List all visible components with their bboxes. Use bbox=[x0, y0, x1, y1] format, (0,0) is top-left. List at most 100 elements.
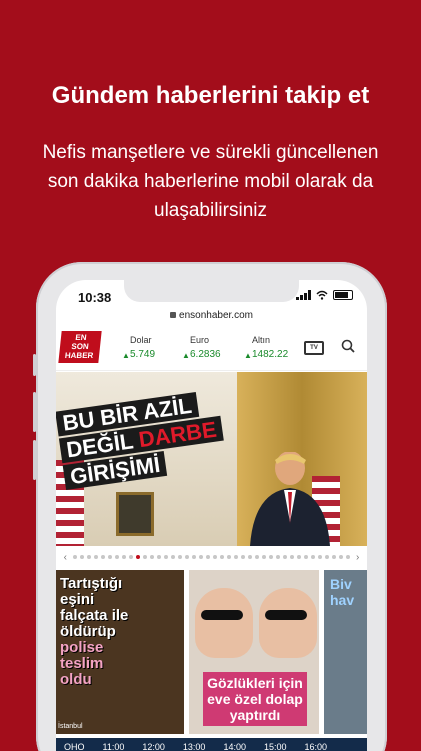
card-line: falçata ile bbox=[60, 607, 129, 624]
pagination-dot[interactable] bbox=[255, 555, 259, 559]
battery-icon bbox=[333, 290, 353, 300]
weather-bar: OHO 11:00 12:00 13:00 14:00 15:00 16:00 bbox=[56, 738, 367, 751]
card-line: hav bbox=[330, 592, 355, 608]
pagination-dot[interactable] bbox=[164, 555, 168, 559]
phone-frame: 10:38 ensonhaber.com EN SON HABER ▲ Dola… bbox=[33, 262, 387, 751]
pagination-dot[interactable] bbox=[87, 555, 91, 559]
pagination-dot[interactable] bbox=[283, 555, 287, 559]
pagination-dot[interactable] bbox=[122, 555, 126, 559]
phone-screen: 10:38 ensonhaber.com EN SON HABER ▲ Dola… bbox=[56, 280, 367, 751]
pagination-dot[interactable] bbox=[115, 555, 119, 559]
pagination-dot[interactable] bbox=[150, 555, 154, 559]
news-card[interactable]: Gözlükleri için eve özel dolap yaptırdı bbox=[189, 570, 319, 734]
sunglasses-image bbox=[265, 610, 307, 620]
portrait-image bbox=[116, 492, 154, 536]
pagination-dot[interactable] bbox=[269, 555, 273, 559]
pagination-dot[interactable] bbox=[311, 555, 315, 559]
card-line: eve özel dolap bbox=[207, 691, 303, 707]
card-line: Tartıştığı eşini bbox=[60, 575, 123, 608]
subtext: Nefis manşetlere ve sürekli güncellenen … bbox=[42, 142, 379, 221]
pagination-dot[interactable] bbox=[129, 555, 133, 559]
pagination-dot[interactable] bbox=[101, 555, 105, 559]
ticker-value: 5.749 bbox=[130, 349, 156, 360]
pagination-dot[interactable] bbox=[199, 555, 203, 559]
pagination-dot[interactable] bbox=[325, 555, 329, 559]
card-line-highlight: polise bbox=[60, 639, 104, 656]
pagination-dot[interactable] bbox=[108, 555, 112, 559]
volume-up-button bbox=[33, 392, 36, 432]
pagination-dot[interactable] bbox=[157, 555, 161, 559]
pagination-dot[interactable] bbox=[241, 555, 245, 559]
chevron-left-icon[interactable]: ‹ bbox=[64, 552, 67, 563]
pagination-dot-active[interactable] bbox=[136, 555, 140, 559]
pagination-dot[interactable] bbox=[185, 555, 189, 559]
mute-switch bbox=[33, 354, 36, 376]
status-time: 10:38 bbox=[78, 290, 112, 305]
pagination-dot[interactable] bbox=[339, 555, 343, 559]
pagination-dot[interactable] bbox=[220, 555, 224, 559]
up-arrow-icon: ▲ bbox=[122, 351, 130, 360]
card-line-highlight: oldu bbox=[60, 671, 92, 688]
card-line: Biv bbox=[330, 576, 352, 592]
ticker-dolar[interactable]: ▲ Dolar 5.749 bbox=[122, 335, 156, 360]
card-line: öldürüp bbox=[60, 623, 116, 640]
sunglasses-image bbox=[201, 610, 243, 620]
ticker-label: Euro bbox=[190, 335, 210, 345]
pagination-dot[interactable] bbox=[248, 555, 252, 559]
wifi-icon bbox=[316, 290, 328, 300]
pagination-dot[interactable] bbox=[73, 555, 77, 559]
pagination-dot[interactable] bbox=[346, 555, 350, 559]
site-header: EN SON HABER ▲ Dolar 5.749 ▲ Euro 6.2836… bbox=[56, 325, 367, 371]
card-source: İstanbul bbox=[58, 723, 83, 730]
card-line: Gözlükleri için bbox=[207, 675, 303, 691]
signal-icon bbox=[296, 290, 311, 300]
news-card[interactable]: Biv hav bbox=[324, 570, 367, 734]
hero-slide[interactable]: BU BİR AZİL DEĞİL DARBE GİRİŞİMİ bbox=[56, 372, 367, 546]
search-icon[interactable] bbox=[341, 339, 355, 353]
pagination-dot[interactable] bbox=[80, 555, 84, 559]
weather-hour: 13:00 bbox=[182, 742, 206, 751]
pagination-dot[interactable] bbox=[178, 555, 182, 559]
pagination-dot[interactable] bbox=[276, 555, 280, 559]
logo-line-3: HABER bbox=[64, 351, 94, 360]
site-logo[interactable]: EN SON HABER bbox=[58, 331, 102, 363]
card-line: yaptırdı bbox=[229, 707, 281, 723]
ticker-label: Altın bbox=[252, 335, 271, 345]
card-line-highlight: teslim bbox=[60, 655, 104, 672]
pagination-dot[interactable] bbox=[262, 555, 266, 559]
chevron-right-icon[interactable]: › bbox=[356, 552, 359, 563]
face-image bbox=[195, 588, 253, 658]
pagination-dot[interactable] bbox=[332, 555, 336, 559]
hero-caption: BU BİR AZİL DEĞİL DARBE GİRİŞİMİ bbox=[56, 389, 228, 492]
logo-line-2: SON bbox=[70, 342, 90, 351]
pagination-dot[interactable] bbox=[297, 555, 301, 559]
pagination-dot[interactable] bbox=[94, 555, 98, 559]
ticker-euro[interactable]: ▲ Euro 6.2836 bbox=[182, 335, 221, 360]
pagination-dot[interactable] bbox=[171, 555, 175, 559]
address-bar[interactable]: ensonhaber.com bbox=[56, 310, 367, 321]
ticker-altin[interactable]: ▲ Altın 1482.22 bbox=[244, 335, 289, 360]
pagination-dots bbox=[73, 555, 350, 559]
ticker-value: 1482.22 bbox=[252, 349, 289, 360]
weather-hour: 14:00 bbox=[223, 742, 246, 751]
pagination-dot[interactable] bbox=[234, 555, 238, 559]
pagination-dot[interactable] bbox=[192, 555, 196, 559]
card-title: Biv hav bbox=[330, 576, 354, 608]
notch bbox=[124, 280, 299, 302]
slider-pagination: ‹ › bbox=[56, 550, 367, 564]
person-image bbox=[250, 452, 330, 546]
pagination-dot[interactable] bbox=[304, 555, 308, 559]
ticker-value: 6.2836 bbox=[190, 349, 221, 360]
url-text: ensonhaber.com bbox=[179, 310, 253, 321]
pagination-dot[interactable] bbox=[206, 555, 210, 559]
pagination-dot[interactable] bbox=[290, 555, 294, 559]
tv-icon[interactable]: TV bbox=[304, 341, 324, 355]
pagination-dot[interactable] bbox=[213, 555, 217, 559]
weather-label: OHO bbox=[64, 742, 85, 751]
pagination-dot[interactable] bbox=[318, 555, 322, 559]
pagination-dot[interactable] bbox=[227, 555, 231, 559]
pagination-dot[interactable] bbox=[143, 555, 147, 559]
up-arrow-icon: ▲ bbox=[244, 351, 252, 360]
news-card[interactable]: Tartıştığı eşini falçata ile öldürüp pol… bbox=[56, 570, 184, 734]
weather-hour: 15:00 bbox=[263, 742, 287, 751]
